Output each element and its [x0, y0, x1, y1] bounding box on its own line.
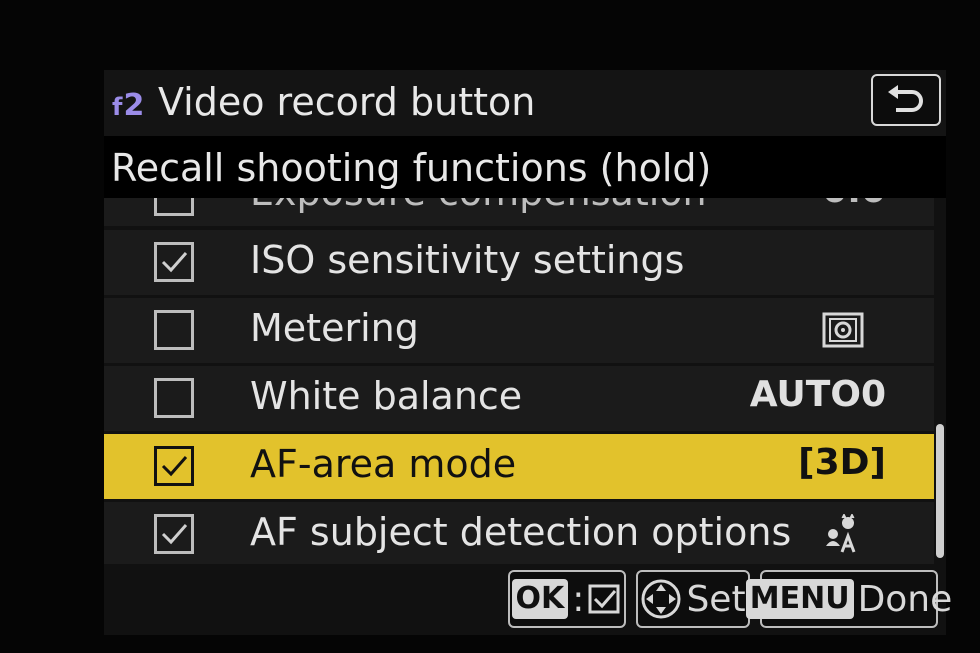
checkbox[interactable]	[154, 310, 194, 350]
list-item-metering[interactable]: Metering	[104, 298, 934, 363]
list-item-label: Metering	[250, 306, 419, 350]
done-label: Done	[857, 578, 953, 620]
set-button[interactable]: Set	[636, 570, 750, 628]
checkmark-icon	[161, 252, 188, 273]
checkbox-checked[interactable]	[154, 514, 194, 554]
list-item-label: AF subject detection options	[250, 510, 792, 554]
checkmark-icon	[161, 456, 188, 477]
multi-selector-icon	[641, 579, 681, 619]
list-item-value: [3D]	[798, 442, 886, 483]
checkbox[interactable]	[154, 198, 194, 216]
menu-key: MENU	[745, 579, 854, 619]
ok-key: OK	[511, 579, 569, 619]
list-item-iso[interactable]: ISO sensitivity settings	[104, 230, 934, 295]
ok-separator: :	[572, 578, 585, 620]
list-item-label: ISO sensitivity settings	[250, 238, 685, 282]
page-title: Video record button	[158, 80, 536, 124]
options-list: Exposure compensation 0.0 ISO sensitivit…	[104, 198, 946, 564]
menu-header: f2 Video record button	[104, 70, 946, 136]
menu-done-button[interactable]: MENU Done	[745, 570, 952, 628]
return-arrow-icon	[888, 85, 923, 112]
checkbox-checked[interactable]	[154, 242, 194, 282]
menu-code-letter: f	[112, 93, 124, 121]
list-item-partial[interactable]: Exposure compensation 0.0	[104, 198, 934, 226]
metering-matrix-icon	[822, 312, 864, 348]
checkbox[interactable]	[154, 378, 194, 418]
list-item-af-area-mode[interactable]: AF-area mode [3D]	[104, 434, 934, 499]
menu-code-number: 2	[123, 88, 146, 123]
ok-check-button[interactable]: OK :	[508, 570, 626, 628]
back-button[interactable]	[871, 74, 941, 126]
menu-code: f2	[112, 88, 145, 123]
checkbox-check-icon	[588, 584, 620, 614]
camera-menu-screen: f2 Video record button Recall shooting f…	[104, 70, 952, 635]
subject-detection-icon	[826, 514, 856, 553]
subtitle-bar: Recall shooting functions (hold)	[104, 136, 946, 198]
list-item-label: White balance	[250, 374, 523, 418]
set-label: Set	[686, 578, 746, 620]
list-item-value: AUTO0	[749, 374, 886, 415]
checkbox-checked[interactable]	[154, 446, 194, 486]
footer-bar: OK : Set MENU Done	[104, 570, 952, 635]
list-item-label: AF-area mode	[250, 442, 517, 486]
list-item-af-subject-detection[interactable]: AF subject detection options	[104, 502, 934, 564]
page-subtitle: Recall shooting functions (hold)	[111, 146, 712, 190]
checkmark-icon	[161, 524, 188, 545]
scrollbar[interactable]	[936, 424, 944, 558]
list-item-white-balance[interactable]: White balance AUTO0	[104, 366, 934, 431]
list-item-value: 0.0	[822, 198, 886, 211]
list-item-label: Exposure compensation	[250, 198, 707, 214]
